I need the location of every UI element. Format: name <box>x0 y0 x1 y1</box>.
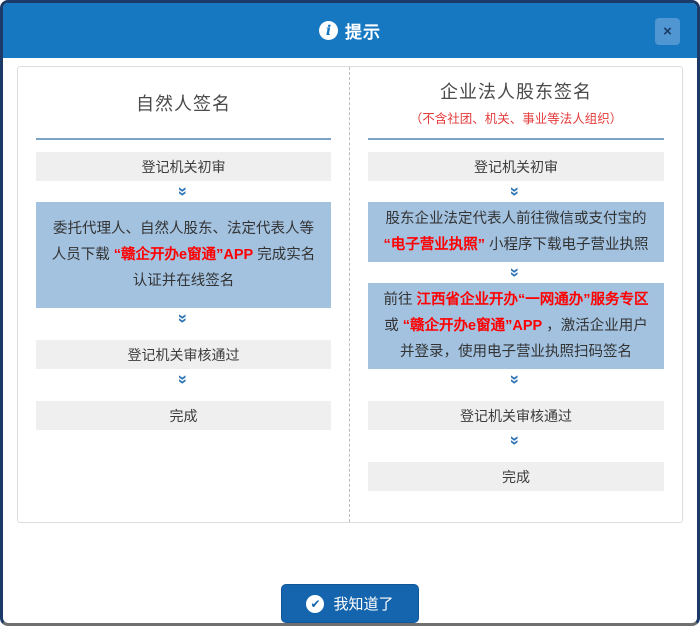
column-natural-person-header: 自然人签名 <box>36 67 331 140</box>
flow-connector: » <box>36 309 331 328</box>
step-text: 股东企业法定代表人前往微信或支付宝的 <box>386 211 647 227</box>
double-chevron-down-icon: » <box>175 187 192 194</box>
step-complete: 完成 <box>368 462 664 491</box>
confirm-button-label: 我知道了 <box>333 593 393 614</box>
flowchart-panel: 自然人签名 登记机关初审 » 委托代理人、自然人股东、法定代表人等人员下载 “赣… <box>17 66 683 523</box>
column-corporate-shareholder-header: 企业法人股东签名 （不含社团、机关、事业等法人组织） <box>368 67 664 140</box>
step-initial-review: 登记机关初审 <box>36 152 331 181</box>
close-icon: × <box>663 24 672 39</box>
double-chevron-down-icon: » <box>175 375 192 382</box>
column-subtitle: （不含社团、机关、事业等法人组织） <box>410 108 623 127</box>
column-title: 企业法人股东签名 <box>440 78 592 104</box>
step-text: 小程序下载电子营业执照 <box>485 237 649 253</box>
step-text-emphasis: 江西省企业开办“一网通办”服务专区 <box>417 292 649 308</box>
column-title: 自然人签名 <box>136 90 231 116</box>
flow-connector: » <box>368 431 664 450</box>
step-review-passed: 登记机关审核通过 <box>36 340 331 369</box>
modal-header: i 提示 × <box>3 3 697 58</box>
step-download-license: 股东企业法定代表人前往微信或支付宝的 “电子营业执照” 小程序下载电子营业执照 <box>368 202 664 262</box>
step-text-emphasis: “赣企开办e窗通”APP <box>114 247 253 263</box>
flow-connector: » <box>36 370 331 389</box>
flow-connector: » <box>36 182 331 201</box>
column-corporate-shareholder: 企业法人股东签名 （不含社团、机关、事业等法人组织） 登记机关初审 » 股东企业… <box>350 67 682 522</box>
double-chevron-down-icon: » <box>508 187 525 194</box>
double-chevron-down-icon: » <box>508 436 525 443</box>
step-text: 或 <box>384 318 403 334</box>
modal-title-group: i 提示 <box>319 18 381 43</box>
step-complete: 完成 <box>36 401 331 430</box>
step-review-passed: 登记机关审核通过 <box>368 401 664 430</box>
step-activate-and-scan-sign: 前往 江西省企业开办“一网通办”服务专区 或 “赣企开办e窗通”APP ，激活企… <box>368 283 664 369</box>
step-text-emphasis: “赣企开办e窗通”APP <box>403 318 542 334</box>
notice-modal: i 提示 × 自然人签名 登记机关初审 » 委托代理人、自然人股东、法定代表人等… <box>0 0 700 626</box>
step-download-app-sign: 委托代理人、自然人股东、法定代表人等人员下载 “赣企开办e窗通”APP 完成实名… <box>36 202 331 308</box>
double-chevron-down-icon: » <box>508 375 525 382</box>
step-initial-review: 登记机关初审 <box>368 152 664 181</box>
confirm-button[interactable]: ✔ 我知道了 <box>281 584 418 623</box>
flow-connector: » <box>368 182 664 201</box>
flow-connector: » <box>368 263 664 282</box>
double-chevron-down-icon: » <box>508 268 525 275</box>
close-button[interactable]: × <box>655 18 680 45</box>
check-circle-icon: ✔ <box>306 595 324 613</box>
column-natural-person: 自然人签名 登记机关初审 » 委托代理人、自然人股东、法定代表人等人员下载 “赣… <box>18 67 350 522</box>
step-text: 前往 <box>383 292 416 308</box>
flow-connector: » <box>368 370 664 389</box>
modal-body: 自然人签名 登记机关初审 » 委托代理人、自然人股东、法定代表人等人员下载 “赣… <box>3 58 697 568</box>
step-text-emphasis: “电子营业执照” <box>383 237 485 253</box>
double-chevron-down-icon: » <box>175 314 192 321</box>
modal-footer: ✔ 我知道了 <box>3 568 697 623</box>
modal-title: 提示 <box>345 18 381 43</box>
info-circle-icon: i <box>319 21 338 40</box>
